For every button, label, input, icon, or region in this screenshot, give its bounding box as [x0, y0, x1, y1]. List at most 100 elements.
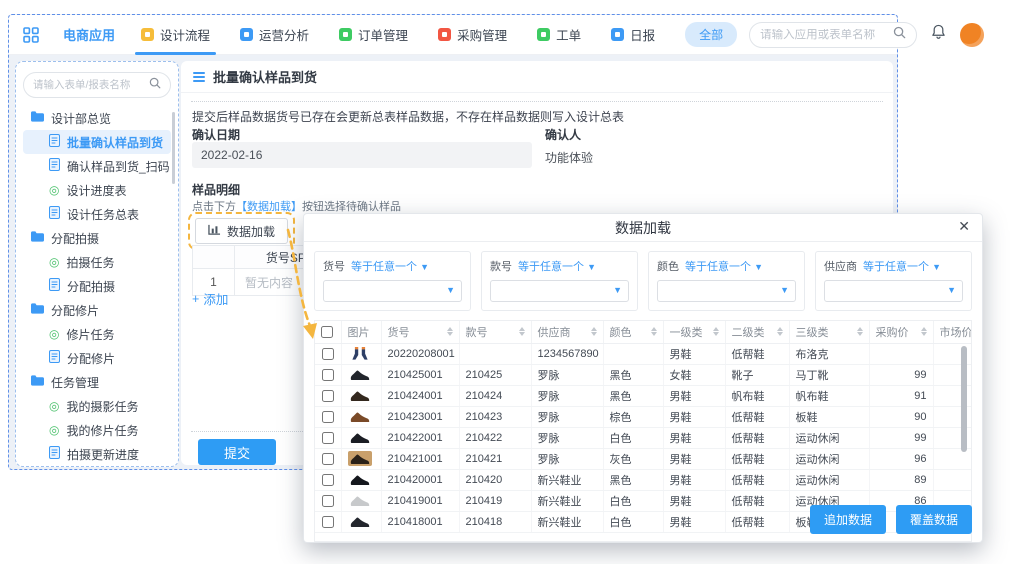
- bar-chart-icon: [208, 224, 221, 239]
- row-checkbox[interactable]: [322, 495, 334, 507]
- filter-operator[interactable]: 等于任意一个 ▼: [518, 258, 596, 274]
- sidebar-item-design-task-summary[interactable]: 设计任务总表: [23, 202, 171, 226]
- confirm-date-input[interactable]: 2022-02-16: [192, 142, 532, 168]
- sidebar-item-label: 设计任务总表: [67, 206, 139, 223]
- form-notice: 提交后样品数据货号已存在会更新总表样品数据，不存在样品数据则写入设计总表: [192, 108, 624, 125]
- sidebar-item-shoot-task[interactable]: ◎ 拍摄任务: [23, 250, 171, 274]
- row-checkbox[interactable]: [322, 474, 334, 486]
- row-checkbox[interactable]: [322, 453, 334, 465]
- table-scrollbar[interactable]: [961, 346, 967, 452]
- sidebar-item-confirm-arrival-scan[interactable]: 确认样品到货_扫码: [23, 154, 171, 178]
- sidebar-scrollbar[interactable]: [172, 112, 175, 184]
- form-list-icon[interactable]: [193, 72, 205, 82]
- table-row[interactable]: 210423001210423 罗脉棕色 男鞋低帮鞋 板鞋90: [315, 406, 972, 427]
- sidebar-search-input[interactable]: [33, 79, 145, 91]
- sidebar-item-batch-confirm-arrival[interactable]: 批量确认样品到货: [23, 130, 171, 154]
- table-header-row: 图片 货号 款号 供应商 颜色 一级类 二级类 三级类 采购价 市场价: [315, 321, 972, 343]
- filter-select[interactable]: ▼: [490, 280, 629, 302]
- row-checkbox[interactable]: [322, 369, 334, 381]
- add-row-link[interactable]: + 添加: [192, 289, 228, 308]
- document-icon: [49, 134, 60, 150]
- col-cat1[interactable]: 一级类: [663, 321, 725, 343]
- sidebar-item-my-retouch-tasks[interactable]: ◎ 我的修片任务: [23, 418, 171, 442]
- all-apps-pill[interactable]: 全部: [685, 22, 737, 47]
- tab-label: 日报: [630, 25, 655, 44]
- sidebar-item-label: 任务管理: [51, 374, 99, 391]
- append-data-button[interactable]: 追加数据: [810, 505, 886, 534]
- hint-text: 按钮选择待确认样品: [302, 201, 401, 213]
- tab-label: 设计流程: [160, 25, 210, 44]
- sidebar-item-assign-shoot[interactable]: 分配拍摄: [23, 274, 171, 298]
- close-icon[interactable]: ✕: [958, 219, 970, 233]
- filter-style-number: 款号等于任意一个 ▼ ▼: [481, 251, 638, 311]
- sidebar-item-design-progress[interactable]: ◎ 设计进度表: [23, 178, 171, 202]
- global-search-input[interactable]: [760, 29, 887, 41]
- sidebar-group-assign-shoot[interactable]: 分配拍摄: [23, 226, 171, 250]
- notification-bell-icon[interactable]: [931, 24, 946, 45]
- document-icon: [49, 206, 60, 222]
- tab-order-management[interactable]: 订单管理: [339, 15, 408, 55]
- sidebar-item-assign-retouch[interactable]: 分配修片: [23, 346, 171, 370]
- sidebar-group-assign-retouch[interactable]: 分配修片: [23, 298, 171, 322]
- table-row[interactable]: 210420001210420 新兴鞋业黑色 男鞋低帮鞋 运动休闲89: [315, 469, 972, 490]
- apps-grid-icon[interactable]: [23, 27, 39, 43]
- col-purchase-price[interactable]: 采购价: [869, 321, 933, 343]
- sidebar-group-design-overview[interactable]: 设计部总览: [23, 106, 171, 130]
- confirm-person-label: 确认人: [545, 126, 581, 143]
- sidebar-search-box[interactable]: [23, 72, 171, 98]
- data-load-button[interactable]: 数据加载: [195, 218, 288, 244]
- tab-label: 采购管理: [457, 25, 507, 44]
- sidebar-item-shoot-update-progress[interactable]: 拍摄更新进度: [23, 442, 171, 466]
- confirm-person-value: 功能体验: [545, 149, 593, 166]
- row-checkbox[interactable]: [322, 348, 334, 360]
- col-color[interactable]: 颜色: [603, 321, 663, 343]
- tab-icon: [537, 28, 550, 41]
- search-icon[interactable]: [149, 76, 161, 94]
- col-style-no[interactable]: 款号: [459, 321, 531, 343]
- filter-select[interactable]: ▼: [323, 280, 462, 302]
- filter-color: 颜色等于任意一个 ▼ ▼: [648, 251, 805, 311]
- search-icon[interactable]: [893, 26, 906, 44]
- table-row[interactable]: 210422001210422 罗脉白色 男鞋低帮鞋 运动休闲99: [315, 427, 972, 448]
- sidebar-item-label: 设计部总览: [51, 110, 111, 127]
- global-search-box[interactable]: [749, 22, 917, 48]
- select-all-checkbox[interactable]: [321, 326, 333, 338]
- overwrite-data-button[interactable]: 覆盖数据: [896, 505, 972, 534]
- user-avatar[interactable]: [960, 23, 984, 47]
- table-row[interactable]: 210424001210424 罗脉黑色 男鞋帆布鞋 帆布鞋91: [315, 385, 972, 406]
- col-cat3[interactable]: 三级类: [789, 321, 869, 343]
- folder-icon: [31, 231, 44, 245]
- filter-operator[interactable]: 等于任意一个 ▼: [685, 258, 763, 274]
- sidebar-item-retouch-task[interactable]: ◎ 修片任务: [23, 322, 171, 346]
- sidebar-tree: 设计部总览 批量确认样品到货 确认样品到货_扫码 ◎ 设计进度表 设计任务总表: [23, 106, 171, 466]
- tab-work-order[interactable]: 工单: [537, 15, 581, 55]
- filter-select[interactable]: ▼: [824, 280, 963, 302]
- col-cat2[interactable]: 二级类: [725, 321, 789, 343]
- row-checkbox[interactable]: [322, 411, 334, 423]
- row-checkbox[interactable]: [322, 516, 334, 528]
- tab-operation-analysis[interactable]: 运营分析: [240, 15, 309, 55]
- sidebar-item-my-photography-tasks[interactable]: ◎ 我的摄影任务: [23, 394, 171, 418]
- tab-daily-report[interactable]: 日报: [611, 15, 655, 55]
- table-row[interactable]: 210421001210421 罗脉灰色 男鞋低帮鞋 运动休闲96: [315, 448, 972, 469]
- tab-purchase-management[interactable]: 采购管理: [438, 15, 507, 55]
- current-app-name[interactable]: 电商应用: [63, 25, 115, 44]
- filter-operator[interactable]: 等于任意一个 ▼: [863, 258, 941, 274]
- col-item-no[interactable]: 货号: [381, 321, 459, 343]
- filter-operator[interactable]: 等于任意一个 ▼: [351, 258, 429, 274]
- filter-select[interactable]: ▼: [657, 280, 796, 302]
- sidebar-group-task-management[interactable]: 任务管理: [23, 370, 171, 394]
- product-thumbnail: [348, 451, 372, 466]
- sort-icon: [591, 327, 597, 336]
- row-checkbox[interactable]: [322, 390, 334, 402]
- submit-button[interactable]: 提交: [198, 439, 276, 465]
- table-row[interactable]: 20220208001 1234567890 男鞋低帮鞋 布洛克: [315, 343, 972, 364]
- button-label: 数据加载: [227, 223, 275, 240]
- tab-design-flow[interactable]: 设计流程: [141, 15, 210, 55]
- row-checkbox[interactable]: [322, 432, 334, 444]
- product-thumbnail: [348, 388, 372, 403]
- table-row[interactable]: 210425001210425 罗脉黑色 女鞋靴子 马丁靴99: [315, 364, 972, 385]
- col-supplier[interactable]: 供应商: [531, 321, 603, 343]
- col-market-price[interactable]: 市场价: [933, 321, 972, 343]
- filter-label: 供应商: [824, 258, 857, 274]
